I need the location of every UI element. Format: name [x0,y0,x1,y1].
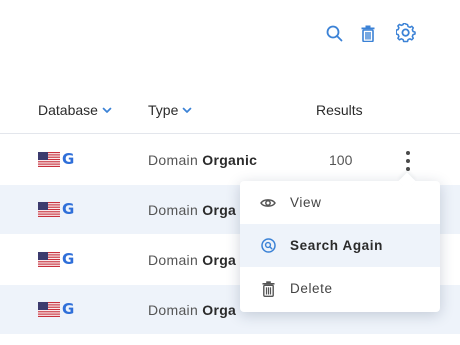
eye-icon [260,195,276,211]
column-header-label: Results [316,101,363,118]
column-header-results: Results [316,102,363,118]
type-cell: Domain Organic [148,152,257,168]
search-again-icon [260,238,276,254]
menu-item-search-again[interactable]: Search Again [240,224,440,267]
us-flag-icon [38,302,60,317]
table-header: Database Type Results [0,86,460,134]
type-prefix: Domain [148,152,199,168]
dot [406,159,410,163]
database-cell: G [38,252,74,267]
results-cell: 100 [329,152,353,168]
google-engine-icon: G [62,150,75,168]
menu-item-label: View [290,195,322,210]
dot [406,151,410,155]
column-header-label: Type [148,101,179,118]
toolbar [324,22,416,44]
menu-item-view[interactable]: View [240,181,440,224]
database-cell: G [38,302,74,317]
table-row[interactable]: G Domain Organic 100 [0,135,460,185]
database-cell: G [38,202,74,217]
menu-item-delete[interactable]: Delete [240,267,440,310]
type-bold: Orga [202,202,237,218]
search-icon [326,25,342,41]
chevron-down-icon [102,107,112,113]
type-bold: Organic [202,152,258,168]
us-flag-icon [38,252,60,267]
search-button[interactable] [324,22,344,44]
us-flag-icon [38,152,60,167]
google-engine-icon: G [62,300,75,318]
database-cell: G [38,152,74,167]
dot [406,167,410,171]
us-flag-icon [38,202,60,217]
trash-icon [361,25,375,42]
type-bold: Orga [202,252,237,268]
type-prefix: Domain [148,202,199,218]
type-bold: Orga [202,302,237,318]
row-actions-button[interactable] [402,151,414,171]
gear-icon [396,23,416,43]
type-cell: Domain Orga [148,302,236,318]
column-header-label: Database [38,101,98,118]
column-header-database[interactable]: Database [38,102,112,118]
menu-item-label: Search Again [290,238,383,253]
type-prefix: Domain [148,302,199,318]
type-cell: Domain Orga [148,202,236,218]
menu-item-label: Delete [290,281,333,296]
google-engine-icon: G [62,250,75,268]
trash-icon [260,280,276,297]
type-prefix: Domain [148,252,199,268]
type-cell: Domain Orga [148,252,236,268]
chevron-down-icon [183,107,192,113]
row-actions-menu: View Search Again Delete [240,181,440,312]
google-engine-icon: G [62,200,75,218]
delete-all-button[interactable] [358,22,378,44]
settings-button[interactable] [396,22,416,44]
column-header-type[interactable]: Type [148,102,192,118]
